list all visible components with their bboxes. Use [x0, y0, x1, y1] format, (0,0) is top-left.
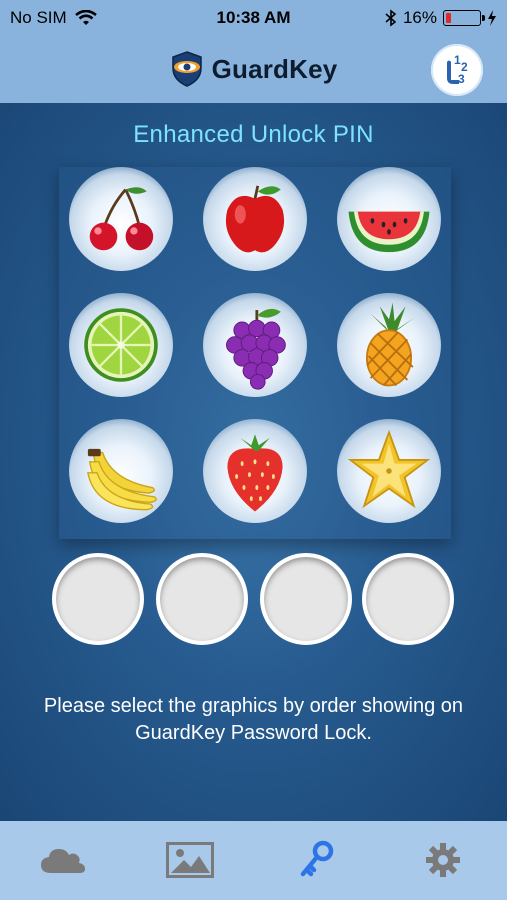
- svg-text:1: 1: [454, 53, 461, 67]
- fruit-cherry-button[interactable]: [69, 167, 173, 271]
- fruit-apple-button[interactable]: [203, 167, 307, 271]
- battery-fill: [446, 13, 451, 23]
- fruit-pineapple-button[interactable]: [337, 293, 441, 397]
- fruit-watermelon-button[interactable]: [337, 167, 441, 271]
- main-content: Enhanced Unlock PIN Please select the gr…: [0, 103, 507, 821]
- status-bar: No SIM 10:38 AM 16%: [0, 0, 507, 36]
- battery-percent: 16%: [402, 8, 437, 27]
- banana-icon: [87, 448, 157, 511]
- svg-text:3: 3: [458, 72, 465, 86]
- fruit-lime-button[interactable]: [69, 293, 173, 397]
- fruit-grid: [59, 167, 451, 539]
- fruit-starfruit-button[interactable]: [337, 419, 441, 523]
- charging-icon: [488, 10, 496, 26]
- pin-slots: [52, 553, 458, 649]
- watermelon-icon: [348, 211, 430, 253]
- gear-icon: [426, 843, 460, 877]
- pin-slot-1: [52, 553, 144, 645]
- pineapple-icon: [366, 302, 415, 387]
- instruction-text: Please select the graphics by order show…: [43, 695, 464, 744]
- pin-slot-3: [260, 553, 352, 645]
- fruit-strawberry-button[interactable]: [203, 419, 307, 523]
- pin-slot-2: [156, 553, 248, 645]
- lime-icon: [84, 308, 158, 382]
- starfruit-icon: [347, 429, 431, 509]
- cloud-icon: [41, 849, 85, 873]
- app-title: GuardKey: [211, 53, 338, 84]
- pin-slot-4: [362, 553, 454, 645]
- pin-123-icon: 1 2 3: [447, 53, 468, 86]
- fruit-banana-button[interactable]: [69, 419, 173, 523]
- tab-settings[interactable]: [408, 833, 478, 887]
- nav-bar: GuardKey 1 2 3: [0, 36, 507, 103]
- tab-key[interactable]: [282, 833, 352, 887]
- guardkey-logo-icon: [171, 51, 202, 87]
- bluetooth-icon: [385, 9, 397, 27]
- fruit-grapes-button[interactable]: [203, 293, 307, 397]
- cherry-icon: [89, 187, 154, 251]
- key-icon: [300, 840, 334, 877]
- pin-123-button[interactable]: 1 2 3: [431, 44, 483, 96]
- tab-gallery[interactable]: [155, 833, 225, 887]
- battery-icon: [443, 10, 485, 26]
- strawberry-icon: [227, 434, 283, 512]
- image-icon: [166, 842, 214, 878]
- tab-bar: [0, 821, 507, 900]
- grapes-icon: [226, 308, 286, 390]
- tab-cloud[interactable]: [28, 833, 98, 887]
- apple-icon: [225, 185, 285, 253]
- page-title: Enhanced Unlock PIN: [133, 121, 374, 148]
